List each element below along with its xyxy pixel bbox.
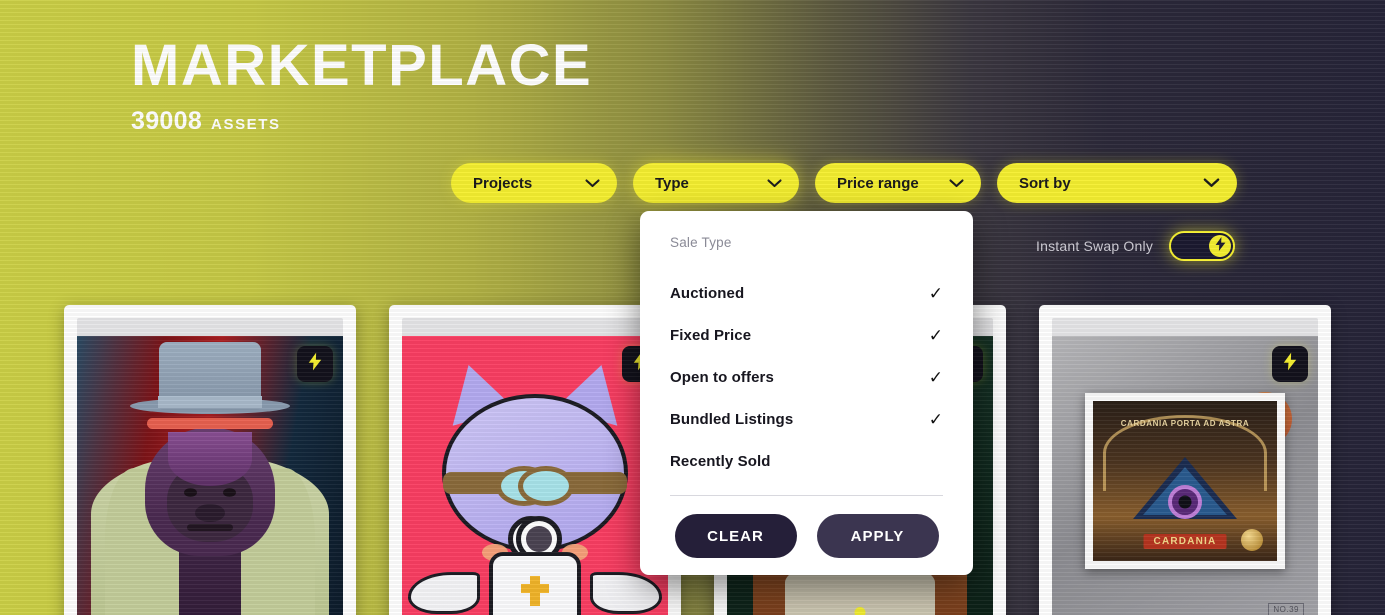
chevron-down-icon <box>1203 178 1220 188</box>
check-icon: ✓ <box>928 325 943 345</box>
toggle-knob <box>1209 235 1232 257</box>
check-icon: ✓ <box>928 409 943 429</box>
dropdown-option-open-to-offers[interactable]: Open to offers ✓ <box>670 356 943 398</box>
dropdown-actions: CLEAR APPLY <box>670 514 943 558</box>
lightning-bolt-icon <box>1215 236 1226 256</box>
stamp-brand-text: CARDANIA <box>1143 534 1227 549</box>
asset-card-gorilla[interactable] <box>64 305 356 615</box>
gorilla-beard <box>168 432 252 486</box>
stamp-title-text: CARDANIA PORTA AD ASTRA <box>1120 419 1250 428</box>
gorilla-hat-crown <box>158 342 262 410</box>
gorilla-mouth <box>187 524 233 531</box>
card-top-strip <box>402 318 668 336</box>
filter-price-range-label: Price range <box>837 174 919 192</box>
gorilla-eye-left <box>184 488 197 497</box>
dropdown-option-label: Open to offers <box>670 368 774 386</box>
check-icon: ✓ <box>928 283 943 303</box>
asset-count-unit: ASSETS <box>211 116 281 134</box>
stamp-coin-icon <box>1241 529 1263 551</box>
dropdown-option-auctioned[interactable]: Auctioned ✓ <box>670 272 943 314</box>
card-top-strip <box>77 318 343 336</box>
instant-swap-badge <box>1272 346 1308 382</box>
card-artwork-cat <box>402 336 668 615</box>
clear-button[interactable]: CLEAR <box>674 514 797 558</box>
portrait-yellow-dot <box>854 607 866 615</box>
marketplace-page: MARKETPLACE 39008 ASSETS Projects Type P… <box>0 0 1385 615</box>
filter-sort-by-label: Sort by <box>1019 174 1071 192</box>
dropdown-option-label: Fixed Price <box>670 326 752 344</box>
stamp-number-label: NO.39 <box>1268 603 1304 615</box>
apply-button[interactable]: APPLY <box>816 514 939 558</box>
gorilla-nose <box>195 504 225 522</box>
dropdown-option-fixed-price[interactable]: Fixed Price ✓ <box>670 314 943 356</box>
stamp-design: CARDANIA PORTA AD ASTRA CARDANIA <box>1093 401 1277 561</box>
gorilla-hat-ribbon <box>158 396 262 408</box>
gorilla-eye-right <box>223 488 236 497</box>
cat-pupil-right <box>526 526 552 552</box>
cat-wing-left <box>408 572 480 614</box>
sale-type-dropdown-panel: Sale Type Auctioned ✓ Fixed Price ✓ Open… <box>640 211 973 575</box>
asset-card-cat[interactable] <box>389 305 681 615</box>
dropdown-option-label: Bundled Listings <box>670 410 794 428</box>
cat-wing-right <box>590 572 662 614</box>
dropdown-section-label: Sale Type <box>670 235 732 250</box>
instant-swap-toggle[interactable] <box>1169 231 1236 261</box>
stamp-eye-pupil <box>1178 495 1192 509</box>
chevron-down-icon <box>949 178 964 188</box>
asset-count-row: 39008 ASSETS <box>131 107 592 136</box>
filter-price-range-button[interactable]: Price range <box>815 163 981 203</box>
dropdown-divider <box>670 495 943 496</box>
page-title: MARKETPLACE <box>131 33 593 98</box>
filter-sort-by-button[interactable]: Sort by <box>997 163 1237 203</box>
card-artwork-gorilla <box>77 336 343 615</box>
asset-card-stamp[interactable]: CARDANIA PORTA AD ASTRA CARDANIA NO.39 <box>1039 305 1331 615</box>
cat-body <box>489 552 581 615</box>
gorilla-headband <box>147 418 273 429</box>
filter-bar: Projects Type Price range Sort by <box>451 163 1237 203</box>
cat-head <box>442 394 628 596</box>
card-top-strip <box>1052 318 1318 336</box>
dropdown-option-bundled-listings[interactable]: Bundled Listings ✓ <box>670 398 943 440</box>
dropdown-option-recently-sold[interactable]: Recently Sold ✓ <box>670 440 943 482</box>
instant-swap-label: Instant Swap Only <box>1036 238 1154 254</box>
instant-swap-control: Instant Swap Only <box>1036 231 1236 261</box>
dropdown-option-label: Auctioned <box>670 284 745 302</box>
stamp-paper: CARDANIA PORTA AD ASTRA CARDANIA <box>1085 393 1285 569</box>
card-artwork-stamp: CARDANIA PORTA AD ASTRA CARDANIA NO.39 <box>1052 336 1318 615</box>
chevron-down-icon <box>767 178 782 188</box>
lightning-bolt-icon <box>308 352 322 376</box>
filter-type-label: Type <box>655 174 689 192</box>
dropdown-option-label: Recently Sold <box>670 452 771 470</box>
filter-projects-label: Projects <box>473 174 533 192</box>
stamp-eye-icon <box>1168 485 1202 519</box>
instant-swap-badge <box>297 346 333 382</box>
cat-cross-emblem <box>521 576 549 606</box>
filter-projects-button[interactable]: Projects <box>451 163 617 203</box>
asset-count: 39008 <box>131 107 203 136</box>
check-icon: ✓ <box>928 367 943 387</box>
lightning-bolt-icon <box>1283 352 1297 376</box>
chevron-down-icon <box>585 178 600 188</box>
page-header: MARKETPLACE 39008 ASSETS <box>131 36 592 136</box>
cat-goggle-lens-right <box>518 466 574 506</box>
filter-type-button[interactable]: Type <box>633 163 799 203</box>
